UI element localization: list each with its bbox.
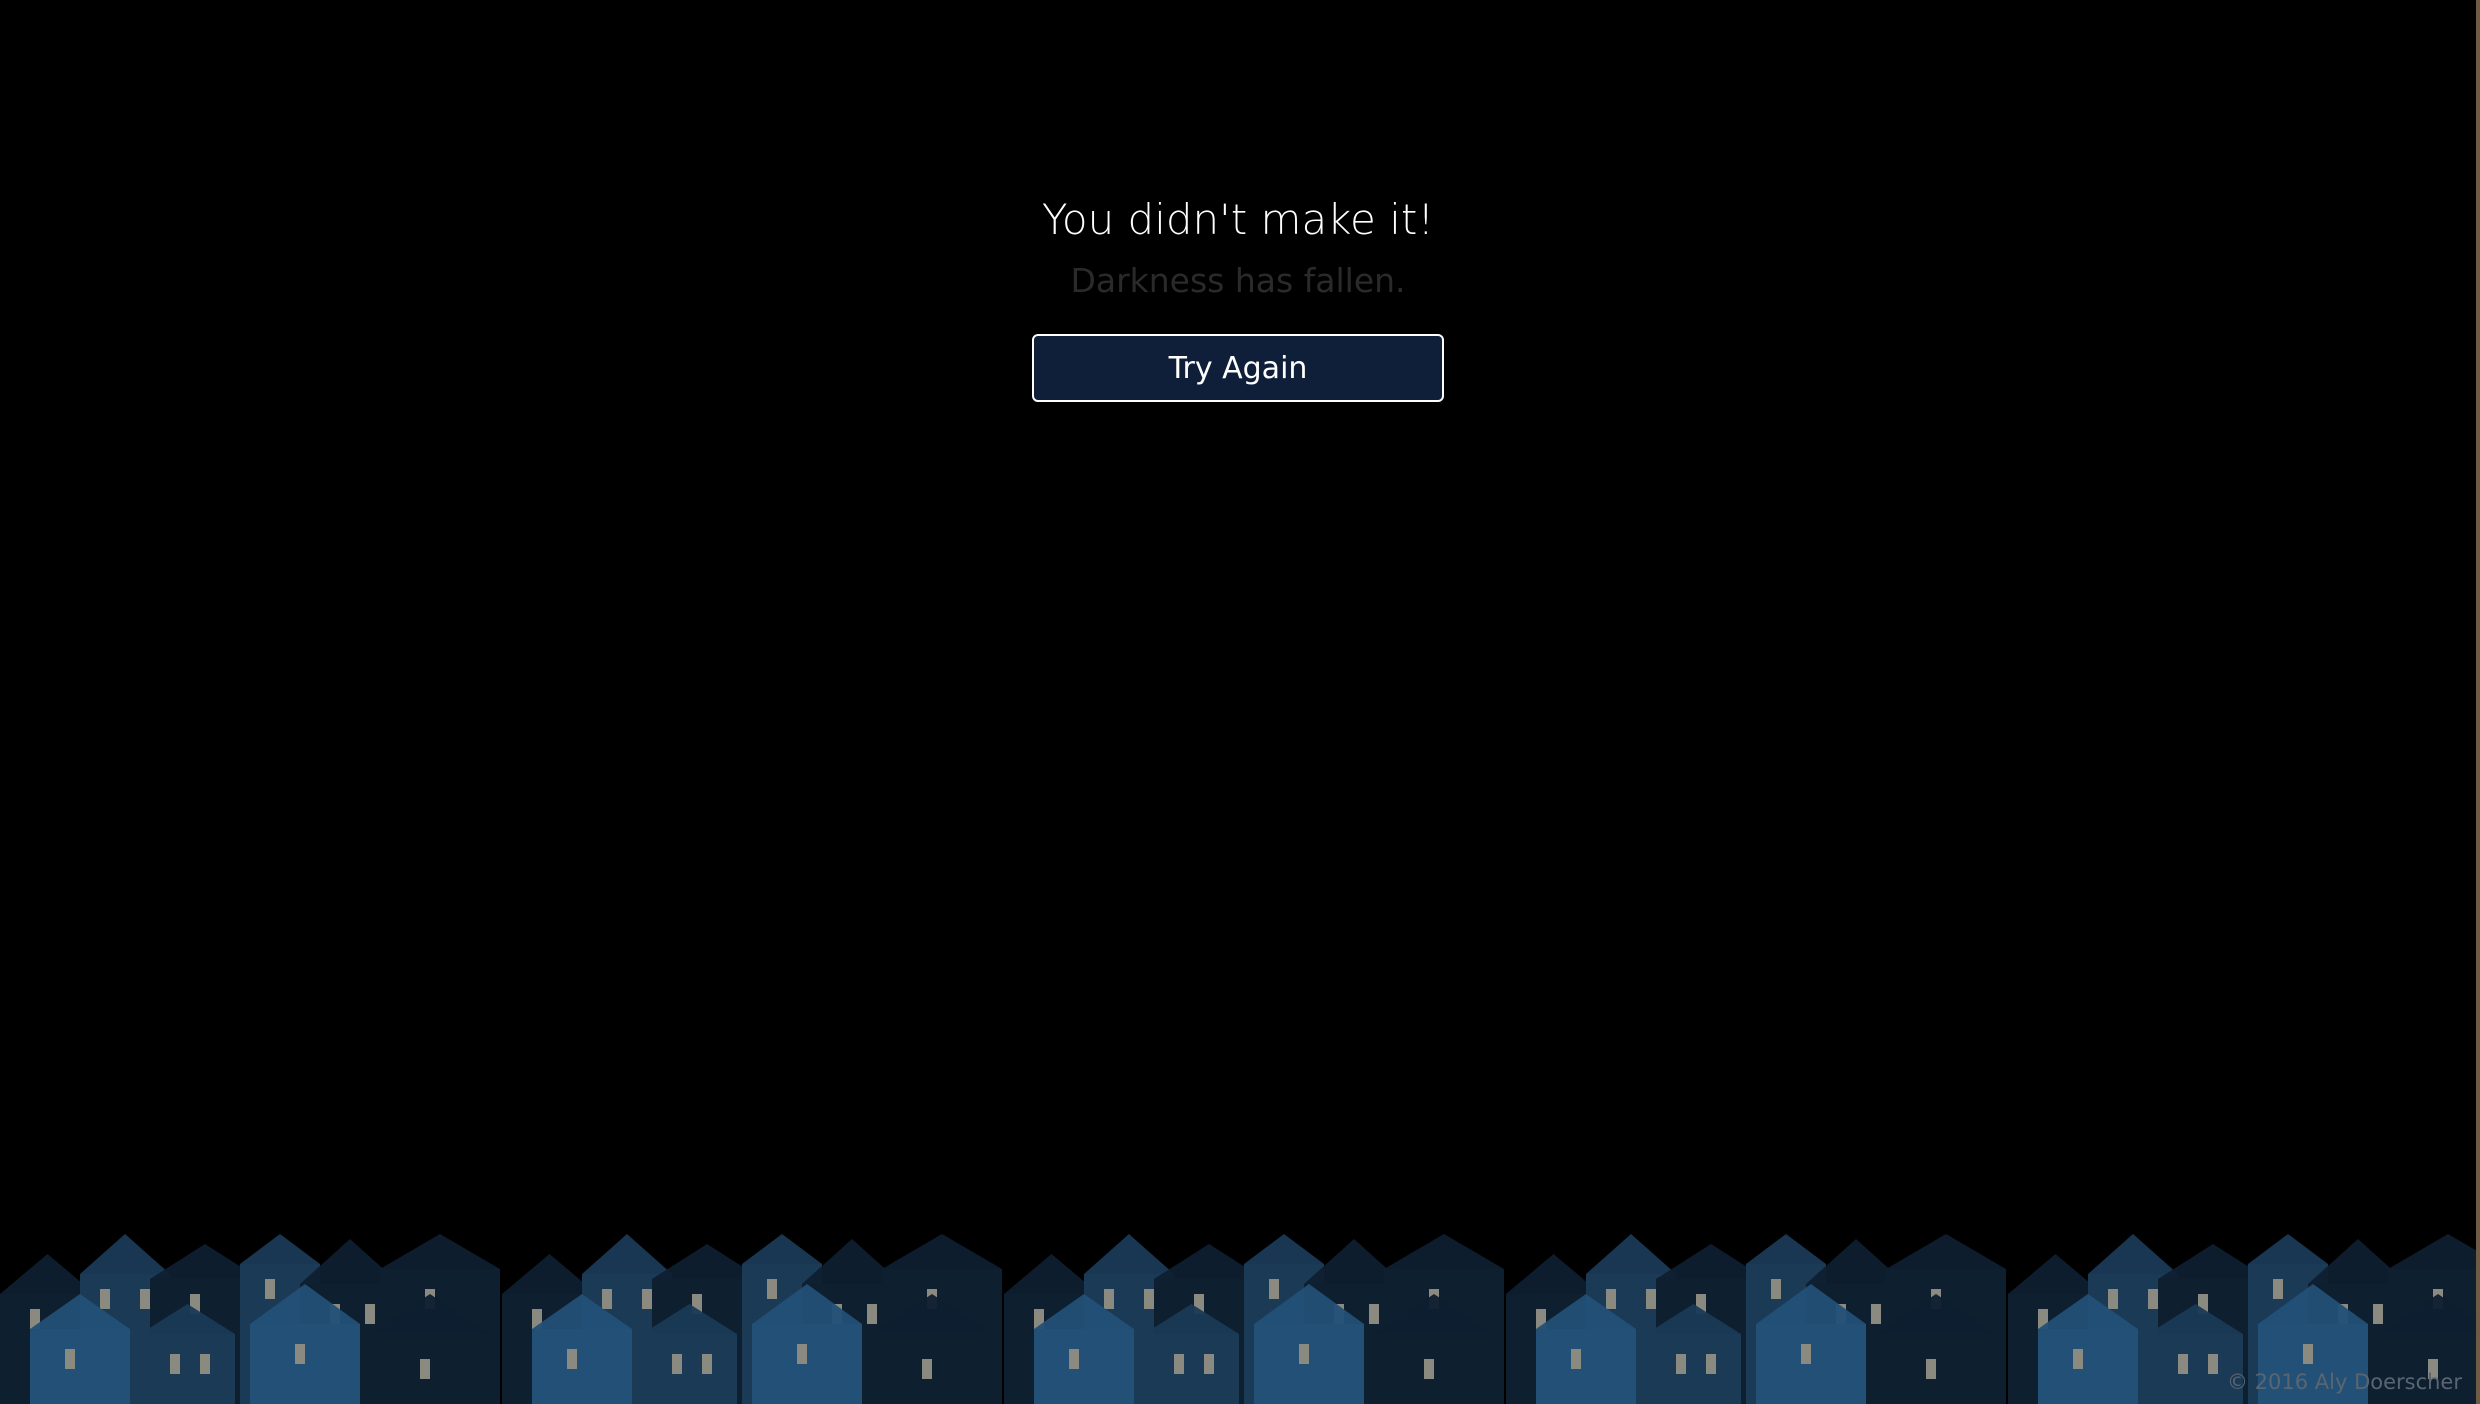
window-light — [767, 1279, 777, 1299]
window-light — [1424, 1359, 1434, 1379]
game-over-panel: You didn't make it! Darkness has fallen.… — [0, 190, 2476, 402]
window-light — [1069, 1349, 1079, 1369]
window-light — [1144, 1289, 1154, 1309]
window-light — [567, 1349, 577, 1369]
window-light — [602, 1289, 612, 1309]
window-light — [642, 1289, 652, 1309]
window-light — [867, 1304, 877, 1324]
game-screen: You didn't make it! Darkness has fallen.… — [0, 0, 2480, 1404]
window-light — [2373, 1304, 2383, 1324]
houses-skyline-illustration — [0, 1234, 2476, 1404]
window-edge — [2476, 0, 2480, 1404]
window-light — [2073, 1349, 2083, 1369]
window-light — [1771, 1279, 1781, 1299]
window-light — [2178, 1354, 2188, 1374]
window-light — [1606, 1289, 1616, 1309]
window-light — [100, 1289, 110, 1309]
window-light — [1801, 1344, 1811, 1364]
window-light — [1926, 1359, 1936, 1379]
window-light — [1571, 1349, 1581, 1369]
window-light — [170, 1354, 180, 1374]
window-light — [2208, 1354, 2218, 1374]
window-light — [672, 1354, 682, 1374]
window-light — [1174, 1354, 1184, 1374]
copyright-text: © 2016 Aly Doerscher — [2226, 1370, 2462, 1394]
window-light — [265, 1279, 275, 1299]
window-light — [2108, 1289, 2118, 1309]
window-light — [1299, 1344, 1309, 1364]
window-light — [1706, 1354, 1716, 1374]
window-light — [1646, 1289, 1656, 1309]
window-light — [140, 1289, 150, 1309]
window-light — [200, 1354, 210, 1374]
game-over-title: You didn't make it! — [1041, 195, 1435, 244]
window-light — [797, 1344, 807, 1364]
window-light — [1269, 1279, 1279, 1299]
window-light — [1369, 1304, 1379, 1324]
window-light — [1104, 1289, 1114, 1309]
window-light — [2273, 1279, 2283, 1299]
window-light — [1204, 1354, 1214, 1374]
window-light — [702, 1354, 712, 1374]
window-light — [2148, 1289, 2158, 1309]
window-light — [420, 1359, 430, 1379]
window-light — [295, 1344, 305, 1364]
window-light — [365, 1304, 375, 1324]
game-over-subtitle: Darkness has fallen. — [1070, 261, 1406, 300]
window-light — [1676, 1354, 1686, 1374]
window-light — [2303, 1344, 2313, 1364]
try-again-button[interactable]: Try Again — [1032, 334, 1444, 402]
window-light — [922, 1359, 932, 1379]
window-light — [65, 1349, 75, 1369]
window-light — [1871, 1304, 1881, 1324]
